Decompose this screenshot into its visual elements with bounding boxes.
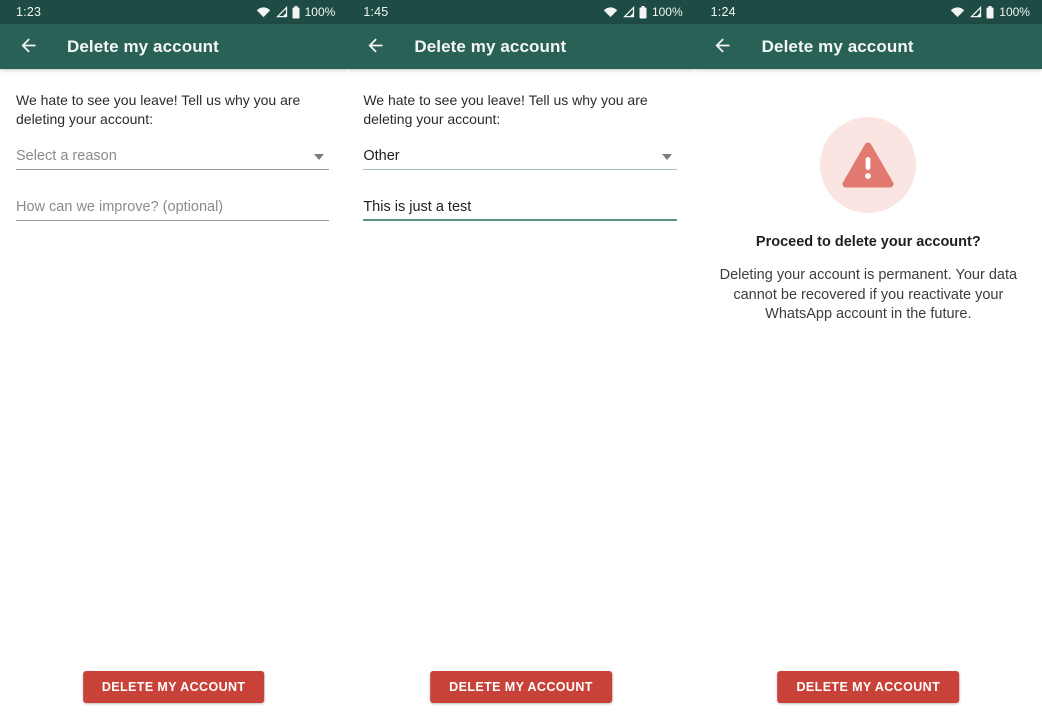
panel-reason-filled: 1:45 100% Delete my account We hate to s… — [347, 0, 694, 719]
status-bar: 1:45 100% — [347, 0, 694, 24]
reason-dropdown[interactable]: Select a reason — [16, 143, 329, 170]
reason-dropdown-value: Other — [363, 148, 399, 164]
delete-account-button[interactable]: DELETE MY ACCOUNT — [83, 671, 265, 703]
cellular-icon — [969, 6, 982, 18]
confirm-heading: Proceed to delete your account? — [711, 234, 1026, 250]
delete-reason-prompt: We hate to see you leave! Tell us why yo… — [363, 91, 671, 129]
improve-input[interactable] — [16, 194, 329, 221]
page-title: Delete my account — [67, 37, 219, 57]
confirm-body-text: Deleting your account is permanent. Your… — [717, 266, 1020, 325]
battery-percent: 100% — [305, 5, 336, 19]
battery-icon — [292, 6, 300, 19]
wifi-icon — [603, 6, 618, 18]
back-arrow-icon — [712, 35, 733, 59]
reason-dropdown-value: Select a reason — [16, 148, 117, 164]
wifi-icon — [256, 6, 271, 18]
back-button[interactable] — [711, 35, 735, 59]
back-button[interactable] — [363, 35, 387, 59]
dropdown-caret-icon — [662, 154, 672, 160]
app-bar: Delete my account — [0, 24, 347, 69]
delete-account-button[interactable]: DELETE MY ACCOUNT — [430, 671, 612, 703]
warning-icon — [820, 117, 916, 213]
improve-input[interactable] — [363, 194, 676, 221]
status-time: 1:23 — [16, 5, 41, 19]
back-button[interactable] — [16, 35, 40, 59]
panel-confirm-delete: 1:24 100% Delete my account Proceed to d… — [695, 0, 1042, 719]
back-arrow-icon — [18, 35, 39, 59]
status-time: 1:24 — [711, 5, 736, 19]
status-bar: 1:23 100% — [0, 0, 347, 24]
cellular-icon — [622, 6, 635, 18]
battery-icon — [639, 6, 647, 19]
battery-percent: 100% — [999, 5, 1030, 19]
app-bar: Delete my account — [347, 24, 694, 69]
wifi-icon — [950, 6, 965, 18]
delete-reason-prompt: We hate to see you leave! Tell us why yo… — [16, 91, 324, 129]
triple-screenshot: 1:23 100% Delete my account We hate to s… — [0, 0, 1042, 719]
delete-account-button[interactable]: DELETE MY ACCOUNT — [778, 671, 960, 703]
page-title: Delete my account — [414, 37, 566, 57]
dropdown-caret-icon — [314, 154, 324, 160]
battery-icon — [986, 6, 994, 19]
cellular-icon — [275, 6, 288, 18]
panel-select-reason: 1:23 100% Delete my account We hate to s… — [0, 0, 347, 719]
app-bar: Delete my account — [695, 24, 1042, 69]
back-arrow-icon — [365, 35, 386, 59]
status-time: 1:45 — [363, 5, 388, 19]
page-title: Delete my account — [762, 37, 914, 57]
reason-dropdown[interactable]: Other — [363, 143, 676, 170]
battery-percent: 100% — [652, 5, 683, 19]
status-bar: 1:24 100% — [695, 0, 1042, 24]
